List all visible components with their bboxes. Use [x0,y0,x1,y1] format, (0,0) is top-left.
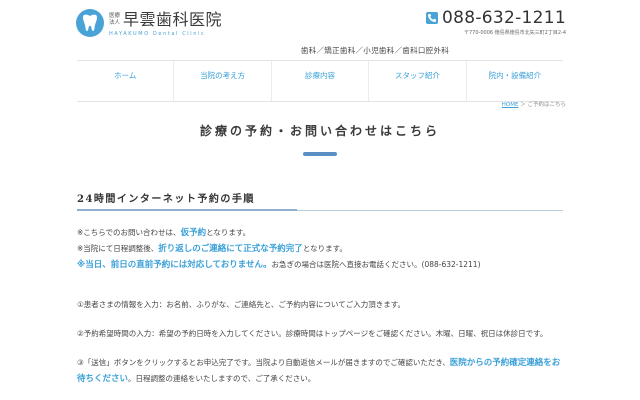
section-divider-accent [77,209,297,211]
note-provisional: ※こちらでのお問い合わせは、仮予約となります。 [77,225,563,241]
step-2: ②予約希望時間の入力：希望の予約日時を入力してください。診療時間はトップページを… [77,329,548,338]
breadcrumb-home[interactable]: HOME [502,102,519,108]
specialties-list: 歯科／矯正歯科／小児歯科／歯科口腔外科 [300,46,450,55]
note3-text: お急ぎの場合は医院へ直接お電話ください。(088-632-1211) [271,260,481,269]
step3-text: ③「送信」ボタンをクリックするとお申込完了です。当院より自動返信メールが届きます… [77,358,450,367]
phone-link[interactable]: 088-632-1211 [425,8,566,28]
clinic-name: 早雲歯科医院 [123,9,223,29]
note-same-day: ※当日、前日の直前予約には対応しておりません。お急ぎの場合は医院へ直接お電話くだ… [77,257,563,273]
breadcrumb-current: ご予約はこちら [527,102,566,108]
note2-text: ※当院にて日程調整後、 [77,244,159,253]
phone-number: 088-632-1211 [441,8,566,28]
nav-item-home[interactable]: ホーム [77,61,173,101]
note1-text-end: となります。 [206,228,251,237]
tooth-logo-icon [76,9,104,37]
phone-icon [425,12,438,24]
clinic-logo[interactable]: 医療 法人 早雲歯科医院 HAYAKUMO Dental Clinic [75,6,222,40]
note3-highlight: ※当日、前日の直前予約には対応しておりません。 [77,260,272,270]
title-underline [303,152,337,156]
note1-text: ※こちらでのお問い合わせは、 [77,228,181,237]
nav-item-philosophy[interactable]: 当院の考え方 [173,61,270,101]
clinic-name-english: HAYAKUMO Dental Clinic [109,30,206,37]
nav-item-facilities[interactable]: 院内・設備紹介 [465,61,563,101]
note1-highlight: 仮予約 [180,228,207,238]
logo-corp-line2: 法人 [109,19,121,26]
step-3: ③「送信」ボタンをクリックするとお申込完了です。当院より自動返信メールが届きます… [77,355,563,387]
nav-item-treatment[interactable]: 診療内容 [270,61,368,101]
note2-text-end: となります。 [302,244,347,253]
section-title: 24時間インターネット予約の手順 [77,194,255,205]
logo-corp-line1: 医療 [109,12,121,19]
breadcrumb: HOME ＞ ご予約はこちら [502,100,566,108]
step-1: ①患者さまの情報を入力：お名前、ふりがな、ご連絡先と、ご予約内容についてご入力頂… [77,300,405,309]
note-confirmation: ※当院にて日程調整後、折り返しのご連絡にて正式な予約完了となります。 [77,241,563,257]
nav-item-staff[interactable]: スタッフ紹介 [368,61,465,101]
logo-text: 医療 法人 早雲歯科医院 HAYAKUMO Dental Clinic [109,10,222,37]
reservation-instructions: ※こちらでのお問い合わせは、仮予約となります。 ※当院にて日程調整後、折り返しの… [77,225,563,387]
step3-text-end: 。日程調整の連絡をいたしますので、ご了承ください。 [128,374,316,383]
logo-corp-type: 医療 法人 [109,13,120,27]
note2-highlight: 折り返しのご連絡にて正式な予約完了 [158,244,303,254]
clinic-address: 〒770-0006 徳島県徳島市北矢三町2丁目2-4 [463,30,566,36]
page-title: 診療の予約・お問い合わせはこちら [199,124,440,138]
main-nav: ホーム 当院の考え方 診療内容 スタッフ紹介 院内・設備紹介 [77,60,563,102]
